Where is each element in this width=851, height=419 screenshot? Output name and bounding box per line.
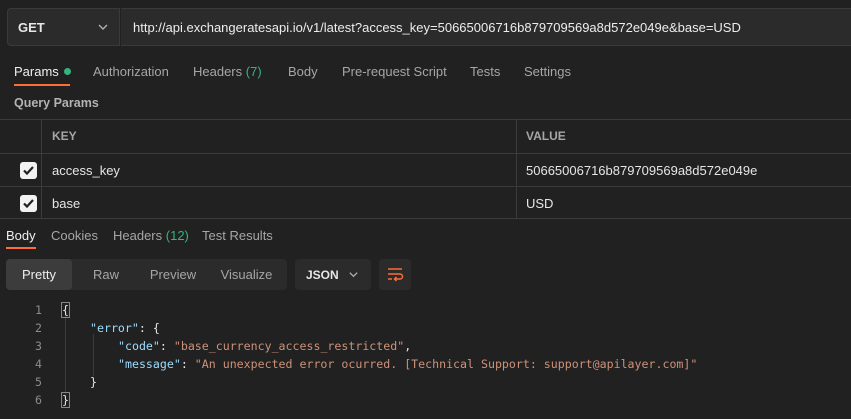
url-text: http://api.exchangeratesapi.io/v1/latest… — [133, 19, 741, 35]
table-row: base USD — [0, 186, 851, 219]
json-string: "An unexpected error ocurred. [Technical… — [194, 357, 698, 371]
wrap-lines-icon — [388, 268, 404, 282]
tab-headers-label: Headers — [193, 64, 243, 79]
column-divider — [41, 120, 42, 153]
column-header-key: KEY — [52, 129, 77, 143]
line-number: 3 — [35, 339, 42, 353]
column-divider — [41, 154, 42, 186]
tab-body[interactable]: Body — [288, 64, 318, 79]
chevron-down-icon — [98, 24, 108, 30]
response-tab-headers-label: Headers — [113, 228, 163, 243]
table-header-row: KEY VALUE — [0, 119, 851, 153]
request-tabs: Params Authorization Headers (7) Body Pr… — [0, 56, 851, 88]
view-raw-button[interactable]: Raw — [72, 259, 140, 290]
active-tab-underline — [14, 84, 70, 86]
code-line: "message": "An unexpected error ocurred.… — [118, 357, 698, 371]
column-divider — [41, 187, 42, 218]
line-number: 2 — [35, 321, 42, 335]
response-tab-cookies[interactable]: Cookies — [51, 228, 98, 243]
code-line: "error": { — [90, 321, 160, 335]
code-brace: } — [90, 375, 97, 389]
code-line: { — [61, 302, 70, 318]
param-checkbox[interactable] — [20, 162, 37, 179]
column-divider — [516, 120, 517, 153]
params-indicator-dot — [63, 68, 71, 75]
method-select[interactable]: GET — [7, 8, 120, 46]
param-key[interactable]: access_key — [52, 163, 120, 178]
checkmark-icon — [23, 199, 34, 209]
view-preview-button[interactable]: Preview — [140, 259, 206, 290]
indent-guide — [65, 316, 66, 394]
query-params-title: Query Params — [14, 96, 99, 110]
tab-headers-count: (7) — [245, 64, 262, 79]
url-input[interactable]: http://api.exchangeratesapi.io/v1/latest… — [121, 8, 851, 46]
line-number: 6 — [35, 393, 42, 407]
indent-guide — [93, 334, 94, 376]
line-number: 1 — [35, 303, 42, 317]
json-key: "error" — [90, 321, 139, 335]
column-divider — [516, 154, 517, 186]
view-pretty-button[interactable]: Pretty — [6, 259, 72, 290]
tab-tests[interactable]: Tests — [470, 64, 500, 79]
param-key[interactable]: base — [52, 196, 80, 211]
response-tab-body[interactable]: Body — [6, 228, 36, 243]
table-row: access_key 50665006716b879709569a8d572e0… — [0, 153, 851, 186]
response-tab-test-results[interactable]: Test Results — [202, 228, 273, 243]
wrap-lines-button[interactable] — [379, 259, 411, 290]
checkmark-icon — [23, 166, 34, 176]
tab-pre-request-script[interactable]: Pre-request Script — [342, 64, 447, 79]
chevron-down-icon — [349, 272, 358, 278]
format-label: JSON — [306, 267, 339, 282]
response-active-tab-underline — [6, 247, 36, 249]
code-line: } — [90, 375, 97, 389]
column-divider — [516, 187, 517, 218]
method-label: GET — [18, 19, 45, 35]
code-line: } — [61, 392, 70, 408]
line-number: 5 — [35, 375, 42, 389]
tab-headers[interactable]: Headers (7) — [193, 64, 262, 79]
tab-params-label: Params — [14, 64, 59, 79]
param-value[interactable]: USD — [526, 196, 553, 211]
code-line: "code": "base_currency_access_restricted… — [118, 339, 412, 353]
response-tab-headers[interactable]: Headers (12) — [113, 228, 189, 243]
param-checkbox[interactable] — [20, 195, 37, 212]
format-select[interactable]: JSON — [295, 259, 371, 290]
view-visualize-button[interactable]: Visualize — [206, 259, 287, 290]
column-header-value: VALUE — [526, 129, 566, 143]
response-tab-headers-count: (12) — [165, 228, 189, 243]
tab-authorization[interactable]: Authorization — [93, 64, 169, 79]
tab-settings[interactable]: Settings — [524, 64, 571, 79]
line-number: 4 — [35, 357, 42, 371]
code-brace: { — [61, 302, 70, 318]
tab-params[interactable]: Params — [14, 64, 71, 79]
json-key: "code" — [118, 339, 160, 353]
json-string: "base_currency_access_restricted" — [173, 339, 405, 353]
view-mode-toggle: Pretty Raw Preview Visualize — [6, 259, 287, 290]
json-key: "message" — [118, 357, 181, 371]
code-brace: } — [61, 392, 70, 408]
param-value[interactable]: 50665006716b879709569a8d572e049e — [526, 163, 757, 178]
